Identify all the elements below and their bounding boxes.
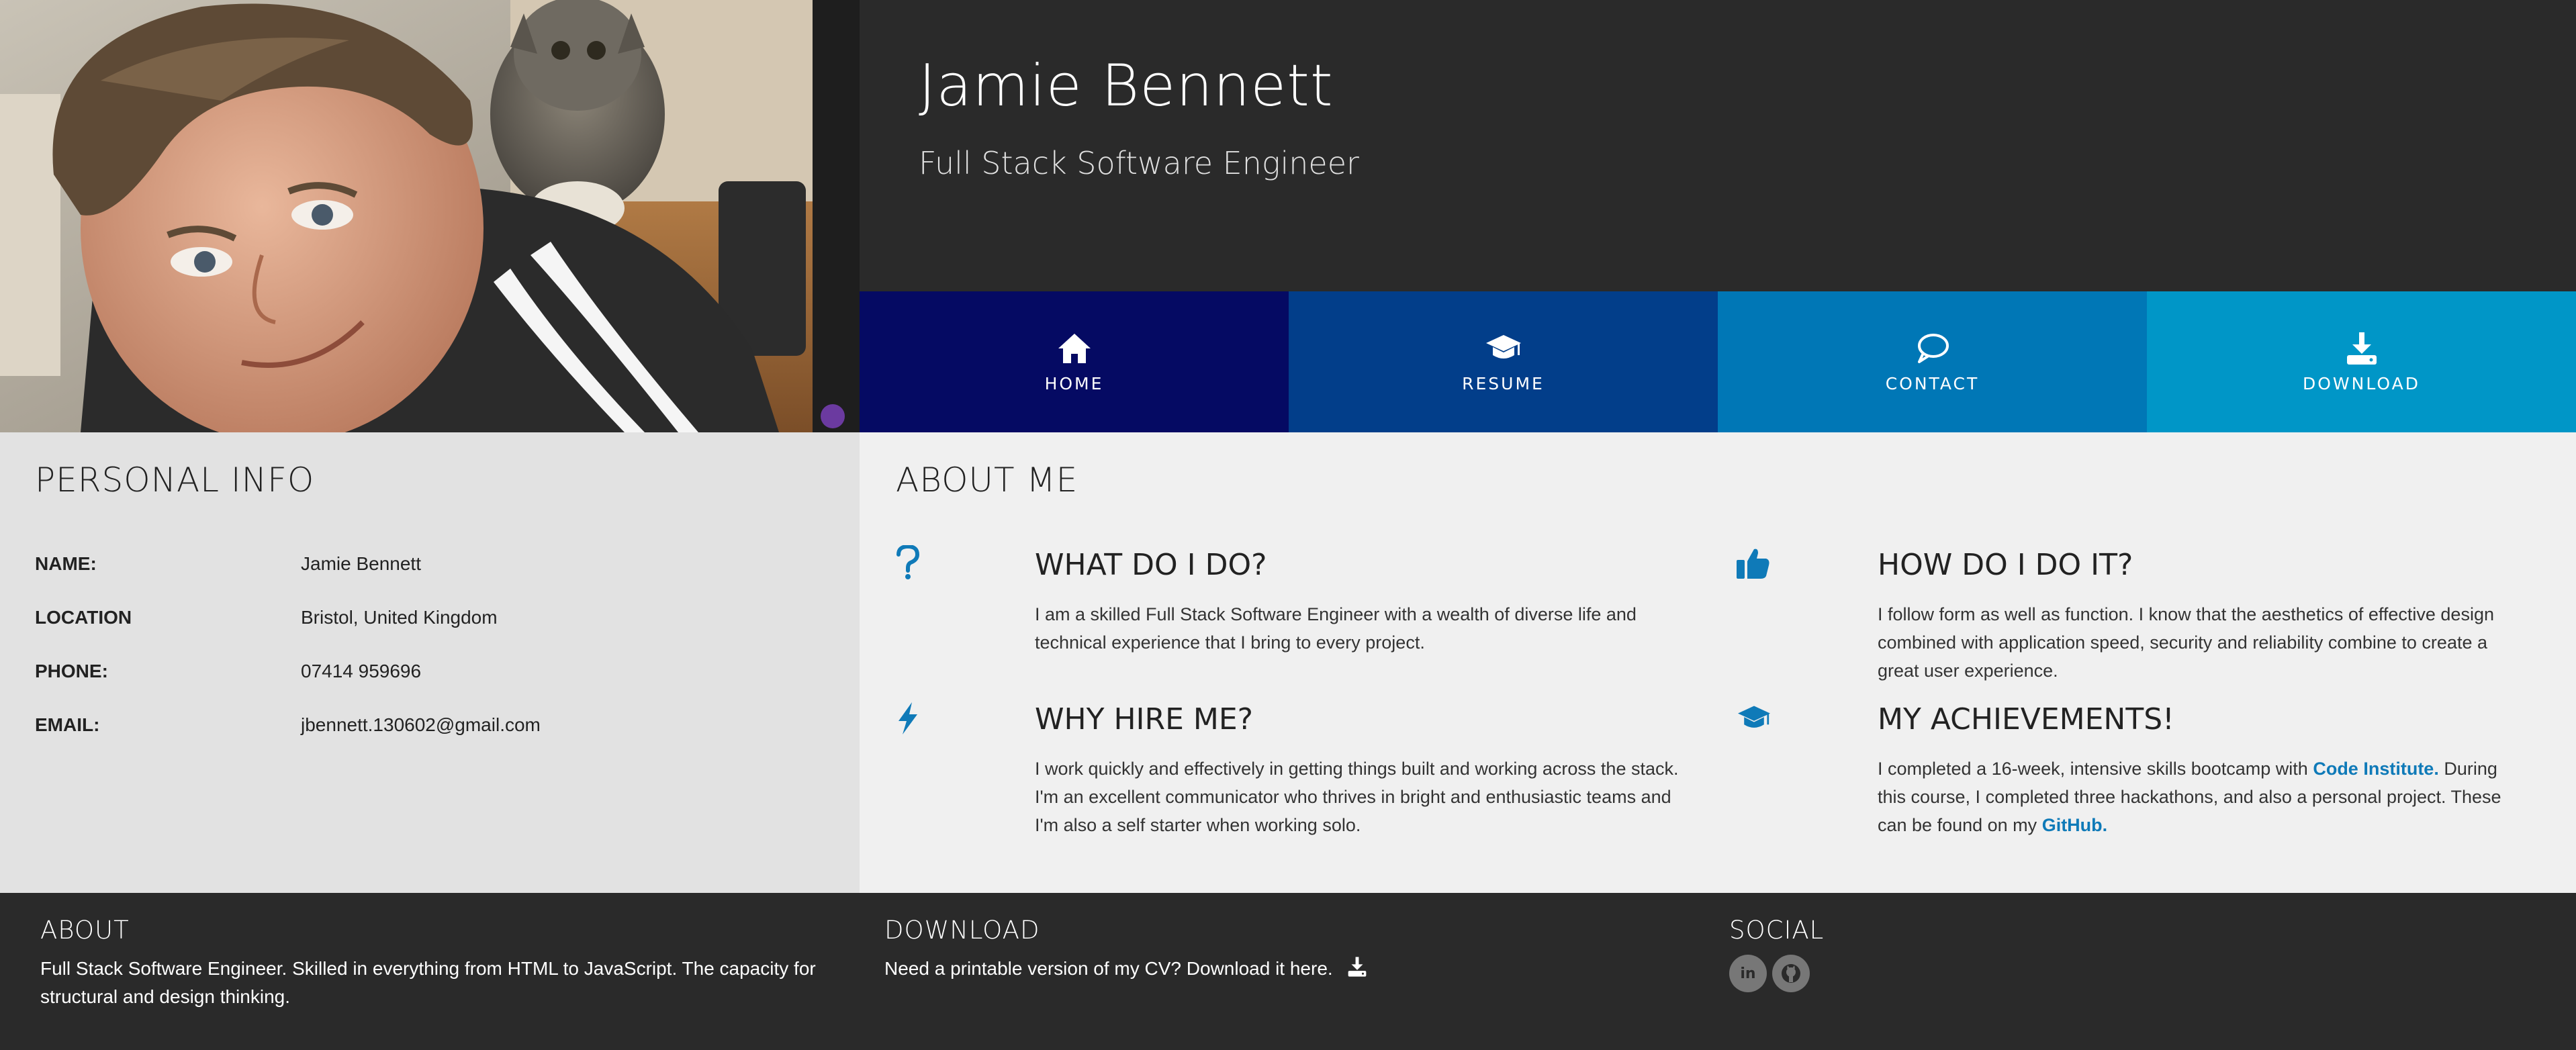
footer: ABOUT Full Stack Software Engineer. Skil… bbox=[0, 893, 2576, 1050]
info-value: Bristol, United Kingdom bbox=[301, 607, 498, 628]
nav-resume-label: RESUME bbox=[1462, 373, 1545, 393]
linkedin-icon: in bbox=[1740, 965, 1756, 982]
download-icon[interactable] bbox=[1346, 956, 1369, 977]
info-key: EMAIL: bbox=[35, 714, 100, 735]
footer-download-text: Need a printable version of my CV? Downl… bbox=[884, 958, 1333, 979]
question-icon bbox=[896, 545, 920, 579]
header-title: Full Stack Software Engineer bbox=[919, 145, 1359, 181]
feature-title: WHAT DO I DO? bbox=[1035, 548, 1267, 582]
nav-download-label: DOWNLOAD bbox=[2303, 373, 2420, 393]
footer-social-heading: SOCIAL bbox=[1729, 916, 1825, 945]
home-icon bbox=[1058, 333, 1091, 363]
nav-home-label: HOME bbox=[1044, 373, 1104, 393]
info-key: PHONE: bbox=[35, 661, 108, 681]
feature-text: I work quickly and effectively in gettin… bbox=[1035, 759, 1679, 835]
feature-text: I am a skilled Full Stack Software Engin… bbox=[1035, 604, 1637, 653]
personal-info-section: PERSONAL INFO NAME: Jamie Bennett LOCATI… bbox=[0, 432, 860, 893]
github-link[interactable]: GitHub. bbox=[2042, 815, 2107, 835]
info-key: LOCATION bbox=[35, 607, 132, 628]
feature-title: WHY HIRE ME? bbox=[1035, 702, 1253, 736]
linkedin-button[interactable]: in bbox=[1729, 955, 1767, 992]
download-icon bbox=[2346, 332, 2377, 365]
graduation-cap-icon bbox=[1738, 706, 1770, 728]
code-institute-link[interactable]: Code Institute. bbox=[2313, 759, 2439, 779]
feature-text: I completed a 16-week, intensive skills … bbox=[1878, 755, 2529, 839]
achievements-text-1: I completed a 16-week, intensive skills … bbox=[1878, 759, 2308, 779]
about-me-heading: ABOUT ME bbox=[896, 461, 1078, 499]
profile-photo bbox=[0, 0, 860, 432]
info-value: Jamie Bennett bbox=[301, 553, 421, 574]
footer-download-heading: DOWNLOAD bbox=[884, 916, 1040, 945]
personal-info-heading: PERSONAL INFO bbox=[35, 461, 315, 499]
nav-resume[interactable]: RESUME bbox=[1289, 291, 1718, 432]
hero-section: Jamie Bennett Full Stack Software Engine… bbox=[0, 0, 2576, 432]
github-button[interactable] bbox=[1772, 955, 1810, 992]
nav-contact-label: CONTACT bbox=[1885, 373, 1980, 393]
info-value: 07414 959696 bbox=[301, 661, 422, 681]
nav-home[interactable]: HOME bbox=[860, 291, 1289, 432]
header-name: Jamie Bennett bbox=[919, 52, 1334, 120]
nav-contact[interactable]: CONTACT bbox=[1718, 291, 2147, 432]
feature-title: MY ACHIEVEMENTS! bbox=[1878, 702, 2174, 736]
thumbs-up-icon bbox=[1737, 548, 1769, 579]
nav-download[interactable]: DOWNLOAD bbox=[2147, 291, 2576, 432]
info-key: NAME: bbox=[35, 553, 97, 574]
feature-text: I follow form as well as function. I kno… bbox=[1878, 604, 2494, 681]
footer-about-heading: ABOUT bbox=[40, 916, 130, 945]
about-me-section: ABOUT ME WHAT DO I DO? I am a skilled Fu… bbox=[860, 432, 2576, 893]
footer-download-row: Need a printable version of my CV? Downl… bbox=[884, 955, 1690, 983]
feature-title: HOW DO I DO IT? bbox=[1878, 548, 2133, 582]
main-nav: HOME RESUME CONTACT DOWNLOAD bbox=[860, 291, 2576, 432]
github-icon bbox=[1782, 964, 1800, 983]
footer-about-text: Full Stack Software Engineer. Skilled in… bbox=[40, 958, 816, 1007]
speech-bubble-icon bbox=[1917, 333, 1949, 363]
page: Jamie Bennett Full Stack Software Engine… bbox=[0, 0, 2576, 1050]
lightning-icon bbox=[899, 702, 917, 734]
info-value[interactable]: jbennett.130602@gmail.com bbox=[301, 714, 541, 736]
graduation-cap-icon bbox=[1485, 334, 1521, 359]
